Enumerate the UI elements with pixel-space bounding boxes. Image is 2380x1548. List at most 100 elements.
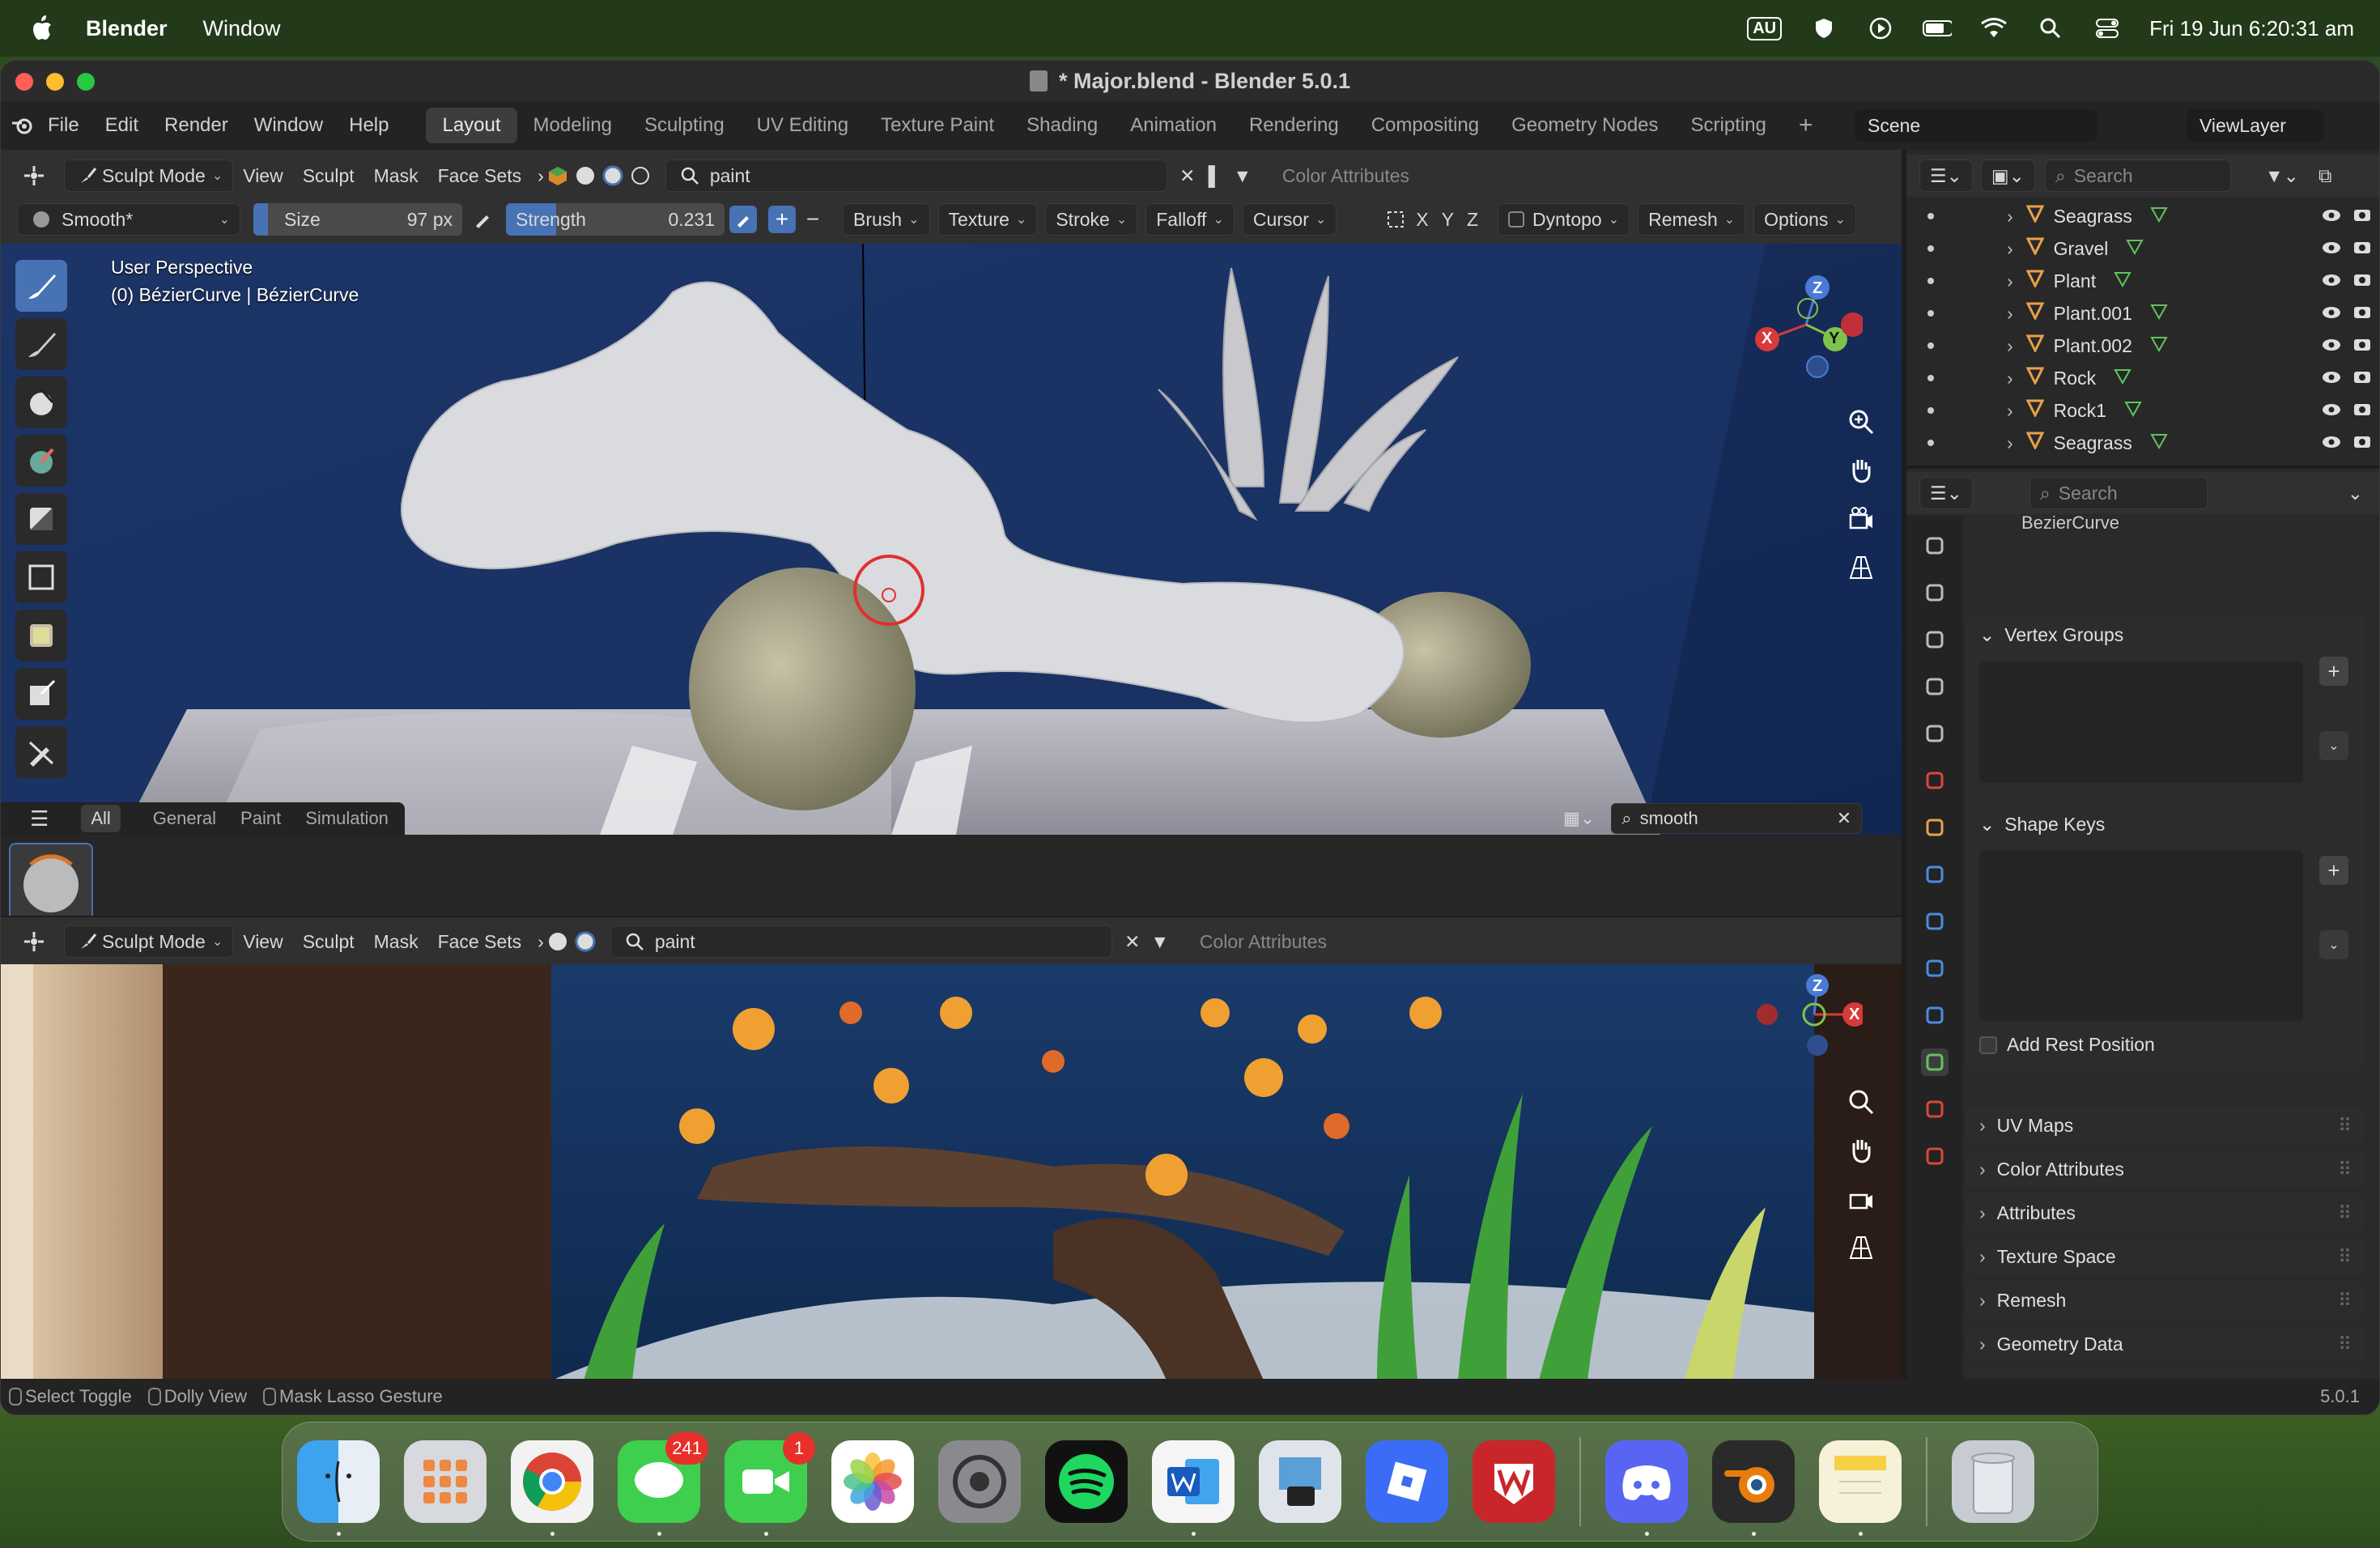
dock-app-system-settings[interactable] (938, 1440, 1021, 1523)
eye-icon[interactable] (2321, 335, 2342, 357)
control-center-icon[interactable] (2093, 14, 2122, 43)
sculpt-menu-bottom[interactable]: Sculpt (293, 925, 364, 958)
dock-app-facetime[interactable]: 1 (725, 1432, 815, 1536)
filter-icon-bottom[interactable]: ▼ (1146, 928, 1174, 955)
falloff-dropdown[interactable]: Falloff ⌄ (1145, 203, 1235, 236)
panel-expand-chevron-icon[interactable]: › (1979, 1290, 1986, 1312)
hand-pan-icon[interactable] (1845, 454, 1877, 487)
window-menu[interactable]: Window (203, 16, 281, 41)
dock-app-spotify[interactable] (1045, 1440, 1128, 1523)
shape-keys-list[interactable] (1979, 851, 2303, 1021)
symmetry-x-toggle[interactable]: X (1409, 203, 1434, 236)
properties-options-chevron[interactable]: ⌄ (2338, 477, 2373, 509)
expand-chevron-icon[interactable]: › (2007, 303, 2013, 325)
outliner-item[interactable]: › Plant (1906, 265, 2379, 297)
symmetry-icon[interactable] (1382, 206, 1409, 233)
expand-chevron-icon[interactable]: › (2007, 432, 2013, 454)
visibility-dot[interactable] (1927, 278, 1934, 284)
asset-search-field[interactable]: ⌕ smooth ✕ (1611, 803, 1863, 834)
subtract-direction-icon[interactable]: − (799, 206, 827, 233)
stroke-dropdown[interactable]: Stroke ⌄ (1045, 203, 1138, 236)
visibility-dot[interactable] (1927, 440, 1934, 446)
panel-expand-chevron-icon[interactable]: › (1979, 1159, 1986, 1180)
eye-icon[interactable] (2321, 270, 2342, 292)
draw-tool[interactable] (15, 260, 67, 312)
visibility-dot[interactable] (1927, 407, 1934, 414)
smooth-tool[interactable] (15, 376, 67, 428)
eye-icon[interactable] (2321, 368, 2342, 389)
vertex-groups-header[interactable]: ⌄ Vertex Groups (1966, 615, 2365, 655)
search-field-bottom[interactable]: paint (610, 925, 1112, 958)
eye-icon[interactable] (2321, 432, 2342, 454)
tab-geometry-nodes[interactable]: Geometry Nodes (1495, 108, 1674, 143)
drag-handle-icon[interactable]: ⠿ (2338, 1333, 2352, 1355)
color-attributes-selector-bottom[interactable]: Color Attributes (1190, 925, 1337, 958)
expand-chevron-icon[interactable]: › (2007, 270, 2013, 292)
render-camera-icon[interactable] (2353, 238, 2371, 260)
render-camera-icon[interactable] (2353, 270, 2371, 292)
asset-tab-all[interactable]: All (81, 805, 121, 832)
object-name-field[interactable]: BezierCurve (1973, 512, 2369, 534)
drag-handle-icon[interactable]: ⠿ (2338, 1202, 2352, 1224)
draw-sharp-tool[interactable] (15, 318, 67, 370)
tab-animation[interactable]: Animation (1114, 108, 1233, 143)
zoom-icon-bottom[interactable] (1845, 1086, 1877, 1118)
add-vertex-group-button[interactable]: + (2319, 657, 2348, 686)
add-direction-icon[interactable]: + (768, 206, 796, 233)
expand-chevron-icon[interactable]: › (2007, 368, 2013, 389)
tool-icon[interactable] (1921, 532, 1949, 559)
box-mask-tool[interactable] (15, 551, 67, 603)
dock-app-finder[interactable] (297, 1440, 380, 1536)
add-workspace-icon[interactable]: + (1783, 105, 1830, 146)
chevron-right-icon[interactable]: › (538, 165, 544, 187)
dock-app-messages[interactable]: 241 (618, 1432, 708, 1536)
world-icon[interactable] (1921, 767, 1949, 794)
constraints-icon[interactable] (1921, 1002, 1949, 1029)
tab-sculpting[interactable]: Sculpting (628, 108, 741, 143)
outliner-item[interactable]: › Gravel (1906, 232, 2379, 265)
panel-expand-chevron-icon[interactable]: › (1979, 1202, 1986, 1224)
outliner-item[interactable]: › Seagrass (1906, 427, 2379, 459)
clear-search-icon[interactable]: ✕ (1174, 162, 1201, 189)
outliner-display-mode[interactable]: ▣⌄ (1980, 159, 2035, 192)
new-collection-icon[interactable]: ⧉ (2309, 159, 2341, 192)
help-menu[interactable]: Help (349, 114, 389, 137)
brush-selector[interactable]: Smooth* ⌄ (17, 203, 240, 236)
edit-menu[interactable]: Edit (105, 114, 138, 137)
bookmark-icon[interactable]: ▌ (1201, 162, 1229, 189)
shading-solid-icon-bottom[interactable] (544, 928, 572, 955)
texture-dropdown[interactable]: Texture ⌄ (937, 203, 1038, 236)
mask-menu-bottom[interactable]: Mask (364, 925, 428, 958)
editor-type-icon[interactable] (20, 162, 48, 189)
visibility-dot[interactable] (1927, 245, 1934, 252)
eye-icon[interactable] (2321, 400, 2342, 422)
tab-uv-editing[interactable]: UV Editing (741, 108, 865, 143)
render-camera-icon[interactable] (2353, 368, 2371, 389)
properties-search[interactable]: ⌕ Search (2029, 477, 2208, 509)
asset-tab-simulation[interactable]: Simulation (305, 808, 389, 829)
dock-app-roblox[interactable] (1366, 1440, 1448, 1523)
visibility-dot[interactable] (1927, 375, 1934, 381)
object-type-visibility-icon[interactable] (544, 162, 572, 189)
minimize-window-button[interactable] (46, 73, 64, 91)
grid-perspective-icon-bottom[interactable] (1845, 1231, 1877, 1264)
dyntopo-toggle[interactable]: Dyntopo ⌄ (1498, 203, 1630, 236)
data-icon[interactable] (1921, 1048, 1949, 1076)
texture-icon[interactable] (1921, 1142, 1949, 1170)
hand-pan-icon-bottom[interactable] (1845, 1134, 1877, 1167)
drag-handle-icon[interactable]: ⠿ (2338, 1290, 2352, 1312)
property-panel-header[interactable]: › Color Attributes ⠿ (1966, 1150, 2365, 1188)
render-camera-icon[interactable] (2353, 400, 2371, 422)
visibility-dot[interactable] (1927, 342, 1934, 349)
input-source-indicator[interactable]: AU (1747, 16, 1783, 40)
visibility-dot[interactable] (1927, 213, 1934, 219)
navigation-gizmo-bottom[interactable] (1749, 969, 1863, 1066)
particles-icon[interactable] (1921, 908, 1949, 935)
dock-app-launchpad[interactable] (404, 1440, 487, 1523)
eye-icon[interactable] (2321, 206, 2342, 228)
vertex-groups-list[interactable] (1979, 661, 2303, 783)
panel-expand-chevron-icon[interactable]: › (1979, 1246, 1986, 1268)
paint-tool[interactable] (15, 435, 67, 487)
asset-tab-paint[interactable]: Paint (240, 808, 281, 829)
grid-perspective-icon[interactable] (1845, 551, 1877, 584)
